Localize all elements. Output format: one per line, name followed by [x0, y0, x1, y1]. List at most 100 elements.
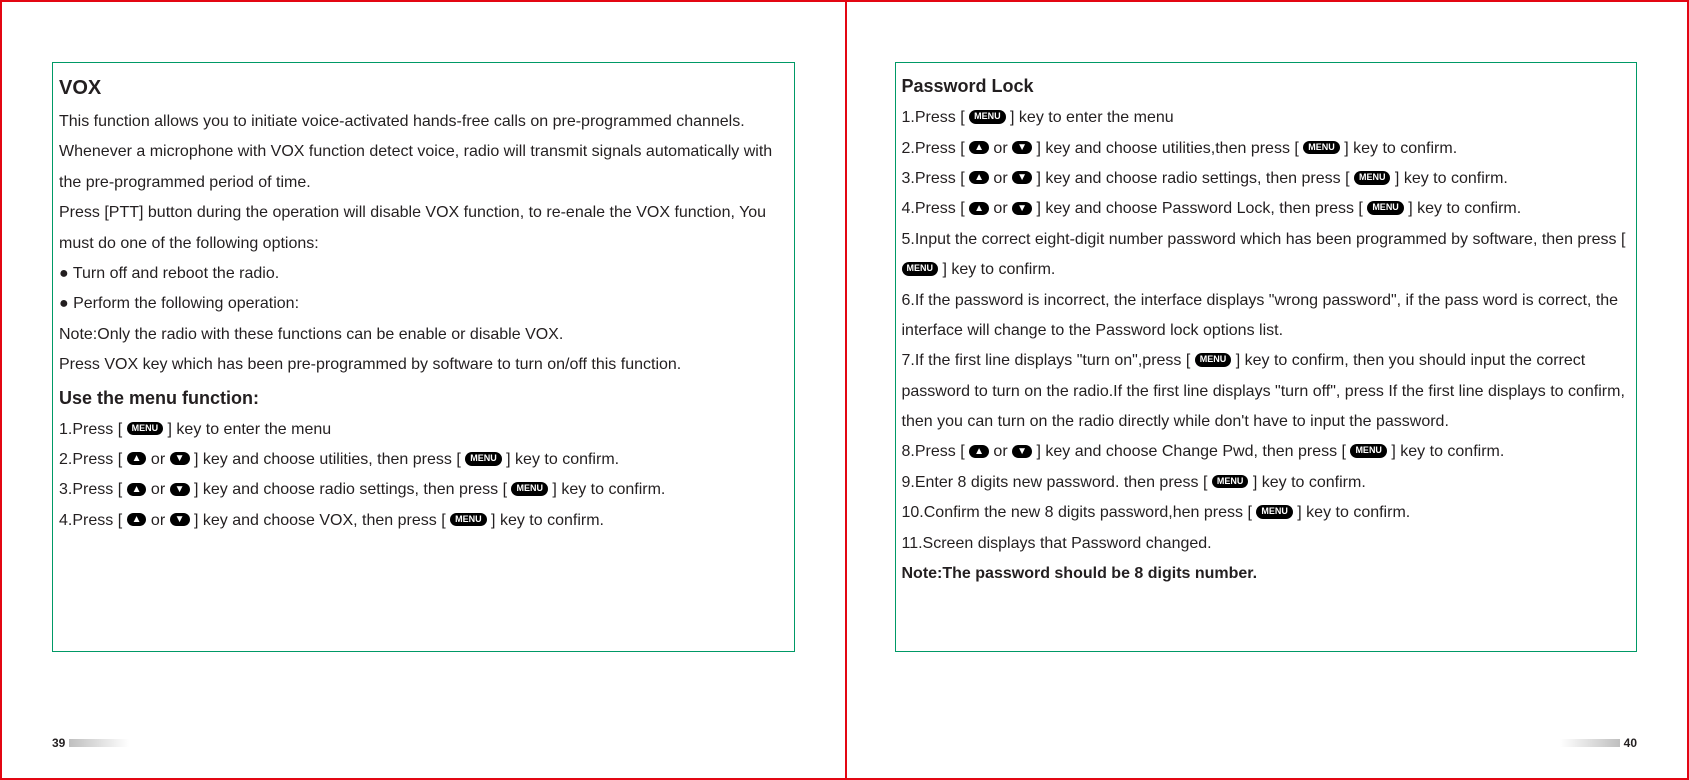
right-step-9: 9.Enter 8 digits new password. then pres…	[902, 468, 1631, 498]
text: ] key and choose radio settings, then pr…	[190, 481, 512, 498]
down-arrow-icon: ▼	[1012, 445, 1032, 458]
page-num: 40	[1624, 736, 1637, 750]
up-arrow-icon: ▲	[969, 202, 989, 215]
up-arrow-icon: ▲	[127, 452, 147, 465]
text: 4.Press [	[59, 512, 127, 529]
text: ] key to confirm.	[1387, 443, 1504, 460]
vox-note: Note:Only the radio with these functions…	[59, 320, 788, 350]
text: ] key to confirm.	[1390, 170, 1507, 187]
text: or	[146, 481, 169, 498]
right-step-4: 4.Press [ ▲ or ▼ ] key and choose Passwo…	[902, 194, 1631, 224]
left-step-4: 4.Press [ ▲ or ▼ ] key and choose VOX, t…	[59, 506, 788, 536]
text: 8.Press [	[902, 443, 970, 460]
page-number-left: 39	[52, 736, 129, 750]
right-step-1: 1.Press [ MENU ] key to enter the menu	[902, 103, 1631, 133]
menu-function-heading: Use the menu function:	[59, 381, 788, 415]
vox-desc-2: Press [PTT] button during the operation …	[59, 198, 788, 259]
down-arrow-icon: ▼	[1012, 141, 1032, 154]
menu-key-icon: MENU	[127, 422, 164, 436]
right-step-7: 7.If the first line displays "turn on",p…	[902, 346, 1631, 437]
text: 7.If the first line displays "turn on",p…	[902, 352, 1195, 369]
text: ] key and choose utilities, then press [	[190, 451, 466, 468]
document-spread: VOX This function allows you to initiate…	[0, 0, 1689, 780]
text: 9.Enter 8 digits new password. then pres…	[902, 474, 1212, 491]
page-left: VOX This function allows you to initiate…	[2, 2, 845, 778]
menu-key-icon: MENU	[465, 452, 502, 466]
text: or	[989, 200, 1012, 217]
text: or	[989, 140, 1012, 157]
menu-key-icon: MENU	[511, 482, 548, 496]
menu-key-icon: MENU	[1212, 475, 1249, 489]
password-lock-heading: Password Lock	[902, 69, 1631, 103]
text: ] key to confirm.	[487, 512, 604, 529]
menu-key-icon: MENU	[1195, 353, 1232, 367]
text: ] key to confirm.	[1293, 504, 1410, 521]
text: ] key to confirm.	[938, 261, 1055, 278]
down-arrow-icon: ▼	[170, 452, 190, 465]
menu-key-icon: MENU	[1367, 201, 1404, 215]
right-content-box: Password Lock 1.Press [ MENU ] key to en…	[895, 62, 1638, 652]
right-step-3: 3.Press [ ▲ or ▼ ] key and choose radio …	[902, 164, 1631, 194]
text: 10.Confirm the new 8 digits password,hen…	[902, 504, 1257, 521]
up-arrow-icon: ▲	[969, 445, 989, 458]
left-content-box: VOX This function allows you to initiate…	[52, 62, 795, 652]
up-arrow-icon: ▲	[127, 483, 147, 496]
text: ] key and choose VOX, then press [	[190, 512, 451, 529]
down-arrow-icon: ▼	[170, 483, 190, 496]
text: 5.Input the correct eight-digit number p…	[902, 231, 1626, 248]
text: or	[989, 170, 1012, 187]
text: ] key to confirm.	[1248, 474, 1365, 491]
text: ] key to confirm.	[548, 481, 665, 498]
menu-key-icon: MENU	[1256, 505, 1293, 519]
menu-key-icon: MENU	[1354, 171, 1391, 185]
text: ] key and choose radio settings, then pr…	[1032, 170, 1354, 187]
down-arrow-icon: ▼	[1012, 171, 1032, 184]
page-num: 39	[52, 736, 65, 750]
vox-heading: VOX	[59, 69, 788, 107]
footer-gradient-icon	[69, 739, 129, 747]
text: 3.Press [	[59, 481, 127, 498]
right-step-2: 2.Press [ ▲ or ▼ ] key and choose utilit…	[902, 134, 1631, 164]
text: 1.Press [	[902, 109, 970, 126]
right-step-6: 6.If the password is incorrect, the inte…	[902, 286, 1631, 347]
footer-gradient-icon	[1560, 739, 1620, 747]
left-step-1: 1.Press [ MENU ] key to enter the menu	[59, 415, 788, 445]
text: ] key and choose utilities,then press [	[1032, 140, 1303, 157]
vox-bullet-2: ● Perform the following operation:	[59, 289, 788, 319]
menu-key-icon: MENU	[902, 262, 939, 276]
text: ] key and choose Change Pwd, then press …	[1032, 443, 1350, 460]
right-step-10: 10.Confirm the new 8 digits password,hen…	[902, 498, 1631, 528]
up-arrow-icon: ▲	[969, 171, 989, 184]
text: or	[146, 451, 169, 468]
menu-key-icon: MENU	[969, 110, 1006, 124]
text: or	[989, 443, 1012, 460]
up-arrow-icon: ▲	[969, 141, 989, 154]
text: ] key to confirm.	[502, 451, 619, 468]
text: 1.Press [	[59, 421, 127, 438]
text: ] key to enter the menu	[1006, 109, 1174, 126]
text: ] key and choose Password Lock, then pre…	[1032, 200, 1367, 217]
text: ] key to enter the menu	[163, 421, 331, 438]
menu-key-icon: MENU	[450, 513, 487, 527]
page-number-right: 40	[1560, 736, 1637, 750]
menu-key-icon: MENU	[1350, 444, 1387, 458]
text: 2.Press [	[59, 451, 127, 468]
vox-desc-3: Press VOX key which has been pre-program…	[59, 350, 788, 380]
down-arrow-icon: ▼	[170, 513, 190, 526]
right-step-11: 11.Screen displays that Password changed…	[902, 529, 1631, 559]
left-step-2: 2.Press [ ▲ or ▼ ] key and choose utilit…	[59, 445, 788, 475]
vox-bullet-1: ● Turn off and reboot the radio.	[59, 259, 788, 289]
page-right: Password Lock 1.Press [ MENU ] key to en…	[845, 2, 1688, 778]
right-note: Note:The password should be 8 digits num…	[902, 559, 1631, 589]
left-step-3: 3.Press [ ▲ or ▼ ] key and choose radio …	[59, 475, 788, 505]
text: or	[146, 512, 169, 529]
vox-desc-1: This function allows you to initiate voi…	[59, 107, 788, 198]
menu-key-icon: MENU	[1303, 141, 1340, 155]
text: ] key to confirm.	[1404, 200, 1521, 217]
text: 4.Press [	[902, 200, 970, 217]
text: 2.Press [	[902, 140, 970, 157]
text: 3.Press [	[902, 170, 970, 187]
right-step-8: 8.Press [ ▲ or ▼ ] key and choose Change…	[902, 437, 1631, 467]
up-arrow-icon: ▲	[127, 513, 147, 526]
text: ] key to confirm.	[1340, 140, 1457, 157]
